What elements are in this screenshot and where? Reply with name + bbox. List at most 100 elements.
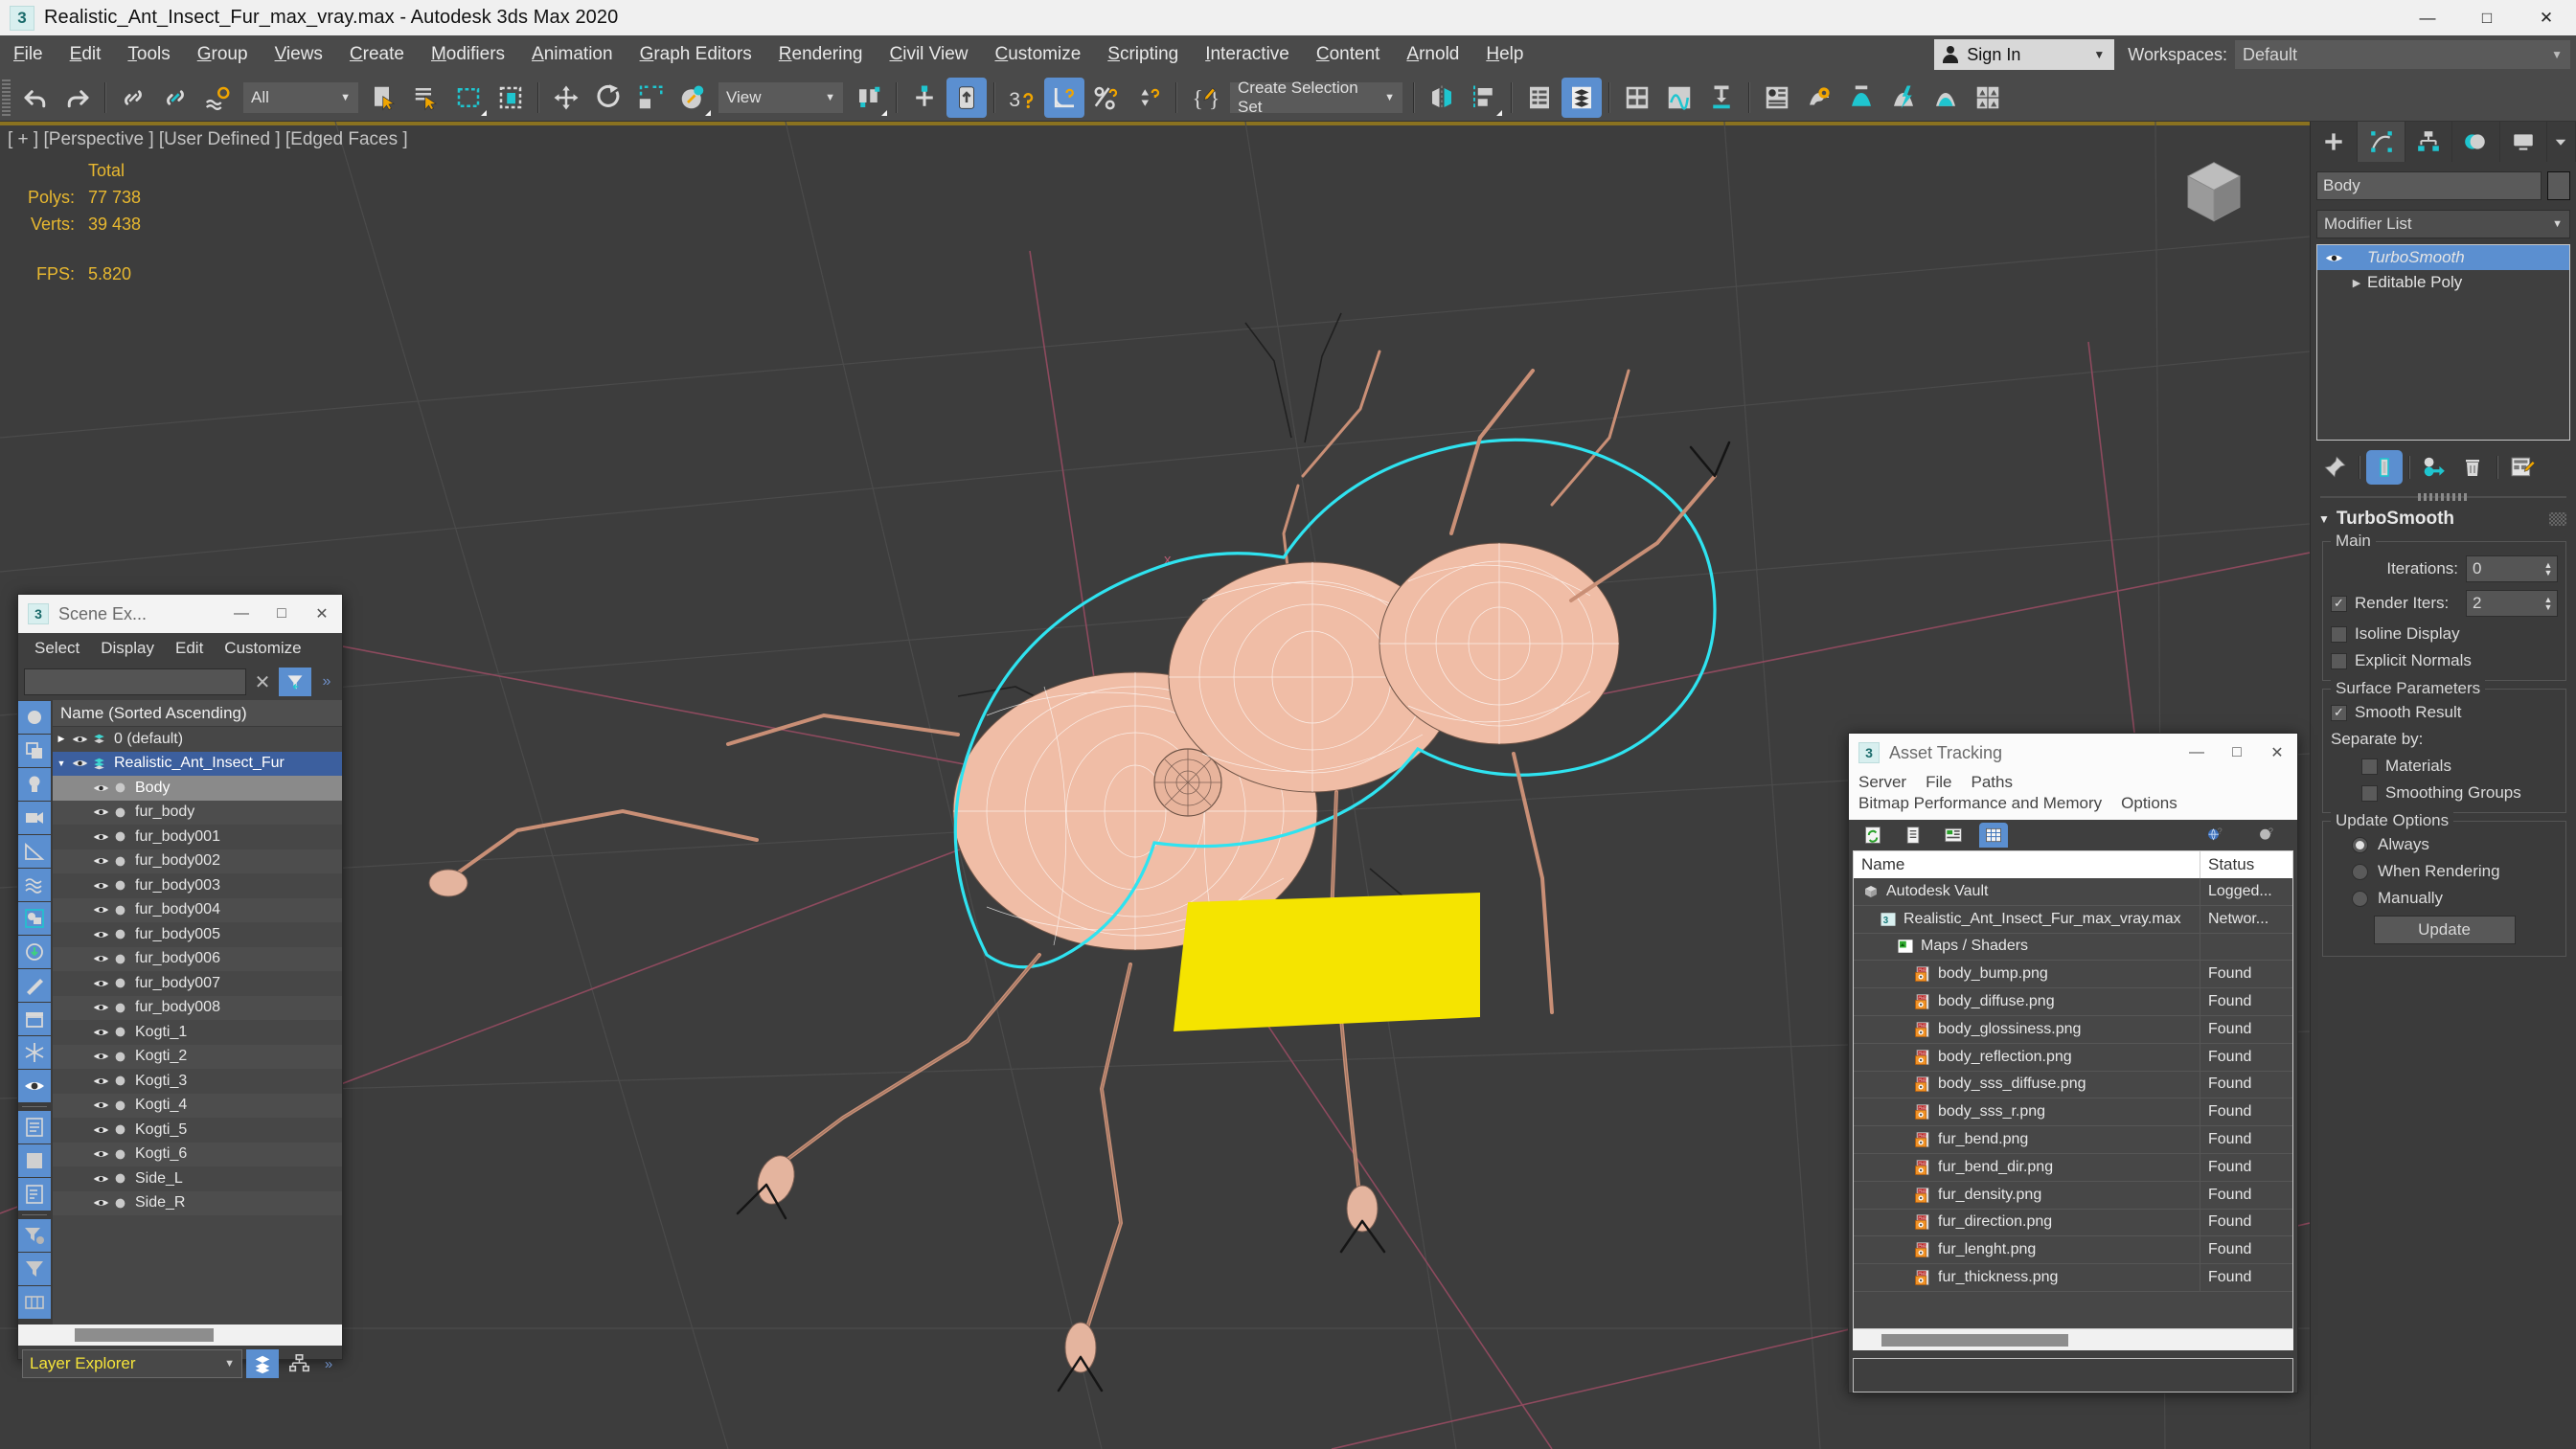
schematic-view-icon[interactable] <box>1701 78 1742 118</box>
object-icon[interactable] <box>110 1148 129 1161</box>
scene-explorer-row[interactable]: fur_body007 <box>53 971 342 996</box>
percent-snap-toggle-icon[interactable] <box>1086 78 1127 118</box>
scene-explorer-hscrollbar[interactable] <box>18 1324 342 1346</box>
asset-row[interactable]: PNG fur_bend.png Found <box>1854 1126 2292 1154</box>
smoothing-groups-checkbox[interactable] <box>2361 784 2378 802</box>
object-icon[interactable] <box>110 1075 129 1087</box>
object-icon[interactable] <box>110 1002 129 1014</box>
scene-explorer-row[interactable]: fur_body002 <box>53 849 342 873</box>
object-icon[interactable] <box>110 904 129 917</box>
eye-icon[interactable] <box>70 734 89 745</box>
eye-icon[interactable] <box>91 1002 110 1013</box>
eye-icon[interactable] <box>91 1197 110 1209</box>
explicit-normals-row[interactable]: Explicit Normals <box>2331 651 2558 670</box>
eye-icon[interactable] <box>91 978 110 989</box>
scene-explorer-maximize[interactable]: □ <box>262 595 302 633</box>
cameras-icon[interactable] <box>18 802 51 834</box>
select-and-scale-icon[interactable] <box>630 78 671 118</box>
tab-create[interactable] <box>2311 122 2359 162</box>
rollout-header[interactable]: ▼ TurboSmooth <box>2318 506 2572 533</box>
scene-explorer-menu-edit[interactable]: Edit <box>165 639 214 658</box>
window-crossing-toggle-icon[interactable] <box>490 78 531 118</box>
hierarchy-view-icon[interactable] <box>283 1349 315 1378</box>
toolbar-grip[interactable] <box>2 79 11 116</box>
blank-square-icon[interactable] <box>18 1144 51 1177</box>
render-setup-icon[interactable] <box>1799 78 1839 118</box>
list-view-icon[interactable] <box>1899 823 1927 848</box>
detail-list-icon[interactable] <box>18 1178 51 1211</box>
asset-menu-options[interactable]: Options <box>2121 793 2177 814</box>
smooth-result-row[interactable]: ✓ Smooth Result <box>2331 703 2558 722</box>
use-pivot-point-center-icon[interactable] <box>849 78 889 118</box>
menu-item-scripting[interactable]: Scripting <box>1094 35 1192 74</box>
make-unique-icon[interactable] <box>2416 450 2452 485</box>
scene-explorer-row[interactable]: fur_body008 <box>53 995 342 1020</box>
asset-menu-bitmap-performance-and-memory[interactable]: Bitmap Performance and Memory <box>1858 793 2102 814</box>
eye-icon[interactable] <box>91 1148 110 1160</box>
menu-item-arnold[interactable]: Arnold <box>1393 35 1472 74</box>
object-icon[interactable] <box>110 830 129 843</box>
eye-icon[interactable] <box>91 1027 110 1038</box>
scene-explorer-row[interactable]: fur_body003 <box>53 873 342 898</box>
scene-explorer-menu-select[interactable]: Select <box>24 639 90 658</box>
configure-modifier-sets-icon[interactable] <box>2504 450 2541 485</box>
render-production-icon[interactable] <box>1883 78 1924 118</box>
scene-explorer-row[interactable]: ▼ Realistic_Ant_Insect_Fur <box>53 751 342 776</box>
minimize-button[interactable]: — <box>2398 0 2457 35</box>
menu-item-group[interactable]: Group <box>184 35 262 74</box>
eye-icon[interactable] <box>2321 252 2346 264</box>
select-by-name-icon[interactable] <box>406 78 446 118</box>
eye-icon[interactable] <box>91 1075 110 1087</box>
asset-tracking-minimize[interactable]: — <box>2177 734 2217 772</box>
render-iters-checkbox[interactable]: ✓ <box>2331 595 2347 612</box>
unlink-selection-icon[interactable] <box>155 78 195 118</box>
scene-explorer-row[interactable]: Kogti_2 <box>53 1044 342 1069</box>
scene-explorer-row[interactable]: Kogti_4 <box>53 1093 342 1118</box>
isoline-display-row[interactable]: Isoline Display <box>2331 624 2558 644</box>
remove-modifier-icon[interactable] <box>2454 450 2491 485</box>
menu-item-file[interactable]: File <box>0 35 57 74</box>
asset-row[interactable]: PNG body_sss_diffuse.png Found <box>1854 1071 2292 1099</box>
groups-icon[interactable] <box>18 902 51 935</box>
layer-icon[interactable] <box>89 757 108 770</box>
eye-icon[interactable] <box>91 1099 110 1111</box>
display-list-icon[interactable] <box>18 1111 51 1143</box>
maximize-button[interactable]: □ <box>2457 0 2517 35</box>
rendered-frame-window-icon[interactable] <box>1841 78 1881 118</box>
scene-explorer-row[interactable]: Kogti_3 <box>53 1069 342 1094</box>
asset-row[interactable]: PNG body_diffuse.png Found <box>1854 988 2292 1016</box>
select-object-icon[interactable] <box>364 78 404 118</box>
eye-icon[interactable] <box>91 831 110 843</box>
clear-search-icon[interactable]: ✕ <box>252 670 273 694</box>
shapes-icon[interactable] <box>18 735 51 767</box>
toggle-ribbon-icon[interactable] <box>1617 78 1657 118</box>
menu-item-civil-view[interactable]: Civil View <box>876 35 981 74</box>
view-cube-icon[interactable] <box>2171 150 2257 237</box>
scene-explorer-titlebar[interactable]: 3 Scene Ex... — □ ✕ <box>18 595 342 633</box>
close-button[interactable]: ✕ <box>2517 0 2576 35</box>
eye-icon[interactable] <box>91 782 110 794</box>
scrollbar-thumb[interactable] <box>75 1328 214 1342</box>
manually-radio-row[interactable]: Manually <box>2331 889 2558 908</box>
hidden-icon[interactable] <box>18 1070 51 1102</box>
object-icon[interactable] <box>110 928 129 940</box>
helpers-icon[interactable] <box>18 835 51 868</box>
isoline-display-checkbox[interactable] <box>2331 625 2347 643</box>
menu-item-rendering[interactable]: Rendering <box>765 35 877 74</box>
asset-tracking-list[interactable]: Name Status Autodesk Vault Logged... 3 Real… <box>1853 850 2293 1329</box>
spinner-snap-toggle-icon[interactable] <box>1128 78 1169 118</box>
menu-item-tools[interactable]: Tools <box>114 35 183 74</box>
grid-view-icon[interactable] <box>1979 823 2008 848</box>
select-and-move-icon[interactable] <box>546 78 586 118</box>
scene-explorer-close[interactable]: ✕ <box>302 595 342 633</box>
asset-tracking-close[interactable]: ✕ <box>2257 734 2297 772</box>
filter-icon[interactable] <box>279 668 311 696</box>
snap-toggle-icon[interactable] <box>946 77 987 118</box>
stack-item-turbosmooth[interactable]: TurboSmooth <box>2317 245 2569 270</box>
explicit-normals-checkbox[interactable] <box>2331 652 2347 669</box>
rectangular-selection-region-icon[interactable] <box>448 78 489 118</box>
scene-explorer-search-input[interactable] <box>24 668 246 695</box>
edit-named-selection-sets-icon[interactable]: { } <box>1184 78 1224 118</box>
menu-item-animation[interactable]: Animation <box>518 35 627 74</box>
select-and-link-icon[interactable] <box>113 78 153 118</box>
